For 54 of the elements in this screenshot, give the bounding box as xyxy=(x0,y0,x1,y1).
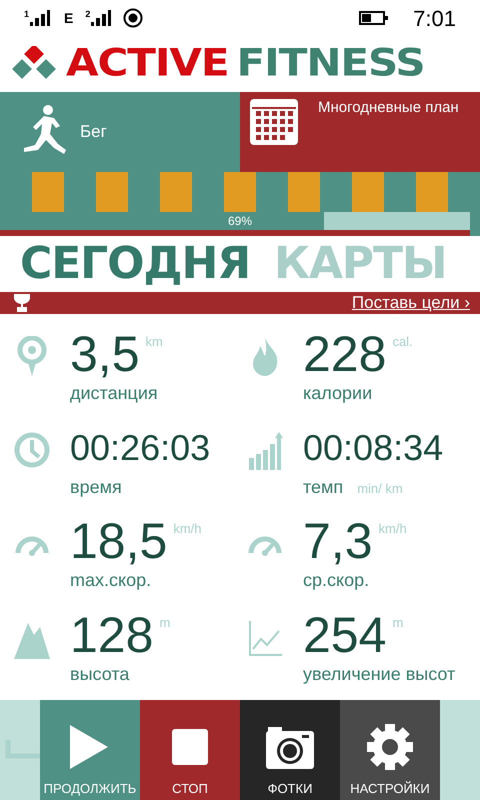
stat-label: высота xyxy=(70,662,130,686)
network-type: E xyxy=(64,8,74,28)
stat-value: 7,3 xyxy=(303,515,373,567)
toolbar-button[interactable]: ПРОДОЛЖИТЬ xyxy=(40,700,140,800)
toolbar-button[interactable]: ФОТКИ xyxy=(240,700,340,800)
sim-number: 2 xyxy=(85,10,90,19)
logo-text: ACTIVE xyxy=(66,44,228,82)
stat-label: увеличение высот xyxy=(303,662,456,686)
stat-unit: km/h xyxy=(378,520,407,538)
stat-label: дистанция xyxy=(70,382,158,405)
tab[interactable]: СЕГОДНЯ xyxy=(20,242,250,286)
signal-icon xyxy=(30,10,50,26)
battery-icon xyxy=(359,11,390,25)
set-goals-link[interactable]: Поставь цели › xyxy=(352,290,470,316)
toolbar-button[interactable]: СТОП xyxy=(140,700,240,800)
diamond-logo-icon xyxy=(10,46,58,80)
step-marker xyxy=(32,172,64,212)
stat-unit: km xyxy=(146,333,163,351)
stat-value: 18,5 xyxy=(70,515,168,567)
stat-unit: m xyxy=(392,614,404,632)
progress-percent: 69% xyxy=(228,213,252,230)
logo-text: FITNESS xyxy=(236,44,425,82)
step-marker xyxy=(352,172,384,212)
stat-unit: m xyxy=(159,614,170,632)
step-marker xyxy=(416,172,448,212)
stat-unit: min/ km xyxy=(357,480,403,498)
stat-value: 228 xyxy=(303,328,386,380)
run-tile[interactable]: Бег xyxy=(0,92,240,172)
calendar-icon xyxy=(250,97,298,145)
step-marker xyxy=(96,172,128,212)
stat-unit: cal. xyxy=(392,333,413,351)
stat-value: 00:08:34 xyxy=(303,426,444,470)
clock-time: 7:01 xyxy=(413,4,456,32)
step-marker xyxy=(160,172,192,212)
signal-icon xyxy=(91,10,112,26)
stat-value: 128 xyxy=(70,608,154,660)
corner-icon xyxy=(4,740,40,760)
stat-value: 00:26:03 xyxy=(70,426,210,470)
stat-label: время xyxy=(70,476,122,499)
settings-icon xyxy=(366,722,414,770)
bar-graph-icon xyxy=(247,430,283,472)
plan-tile[interactable]: Многодневные план xyxy=(240,92,480,172)
sim-number: 1 xyxy=(24,10,30,19)
stat-label: ср.скор. xyxy=(303,569,370,592)
stat-label: max.скор. xyxy=(70,569,152,592)
toolbar-button[interactable]: НАСТРОЙКИ xyxy=(340,700,440,800)
stat-unit: km/h xyxy=(173,520,202,538)
step-marker xyxy=(288,172,320,212)
stat-label: калории xyxy=(303,382,372,405)
location-icon xyxy=(123,8,144,28)
stat-label: темп xyxy=(303,476,344,498)
stat-value: 3,5 xyxy=(70,328,140,380)
step-marker xyxy=(224,172,256,212)
stat-value: 254 xyxy=(303,608,386,660)
